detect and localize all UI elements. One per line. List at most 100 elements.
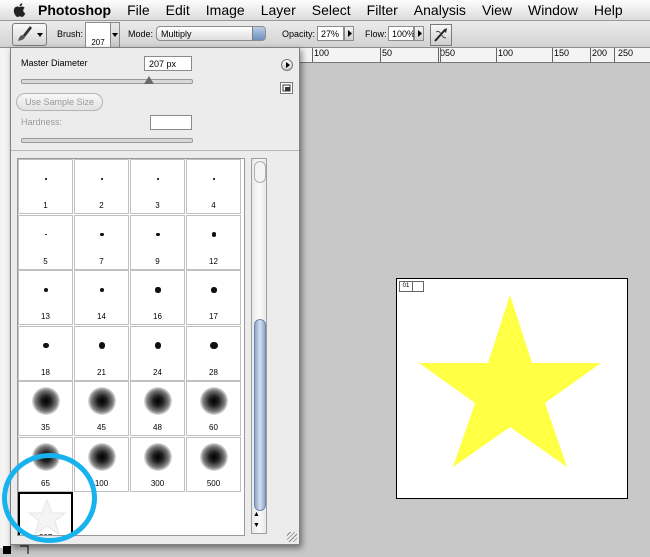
use-sample-size-button[interactable]: Use Sample Size bbox=[16, 93, 103, 111]
brush-tip-icon bbox=[88, 442, 116, 471]
new-preset-button[interactable] bbox=[280, 82, 293, 94]
brush-size-label: 12 bbox=[209, 256, 218, 266]
slice-number-badge: 01 bbox=[399, 281, 413, 292]
brush-tip-icon bbox=[213, 178, 215, 180]
flow-input[interactable]: 100% bbox=[388, 26, 416, 41]
brush-size-label: 14 bbox=[97, 312, 106, 321]
horizontal-ruler: 100 50 0 50 100 150 200 250 bbox=[300, 48, 650, 63]
brush-tip-icon bbox=[211, 287, 217, 293]
tool-preset-picker[interactable] bbox=[12, 23, 47, 46]
menu-select[interactable]: Select bbox=[312, 2, 351, 18]
brush-preset[interactable]: 17 bbox=[186, 270, 241, 325]
brush-preset[interactable]: 65 bbox=[18, 436, 73, 492]
flow-label: Flow: bbox=[365, 29, 387, 39]
brush-list-scrollbar[interactable]: ▲ ▼ bbox=[251, 158, 267, 534]
menu-edit[interactable]: Edit bbox=[166, 2, 190, 18]
mode-select[interactable]: Multiply bbox=[156, 26, 266, 41]
brush-preset[interactable]: 1 bbox=[18, 159, 73, 214]
mode-stepper-icon bbox=[252, 27, 265, 40]
brush-preset-selected[interactable]: 207 bbox=[18, 492, 73, 535]
brush-preset[interactable]: 2 bbox=[74, 159, 129, 214]
brush-size-label: 45 bbox=[97, 423, 106, 432]
brush-preset[interactable]: 4 bbox=[186, 159, 241, 214]
brush-preset[interactable]: 28 bbox=[186, 325, 241, 381]
brush-size-label: 500 bbox=[206, 478, 221, 488]
brush-preset[interactable]: 14 bbox=[74, 270, 129, 325]
panel-menu-button[interactable] bbox=[281, 59, 293, 71]
brush-tip-icon bbox=[98, 342, 106, 349]
menu-filter[interactable]: Filter bbox=[367, 2, 398, 18]
scroll-up-arrow-icon[interactable]: ▲ bbox=[253, 511, 260, 518]
brush-size-label: 300 bbox=[150, 478, 165, 488]
apple-icon[interactable] bbox=[12, 2, 28, 18]
chevron-right-icon bbox=[286, 62, 290, 68]
brush-preset[interactable]: 24 bbox=[130, 325, 185, 381]
chevron-down-icon bbox=[112, 33, 118, 37]
menu-help[interactable]: Help bbox=[594, 2, 623, 18]
ruler-label: 100 bbox=[498, 48, 514, 58]
brush-tip-icon bbox=[99, 287, 105, 293]
opacity-value: 27% bbox=[321, 29, 340, 39]
star-brush-icon bbox=[28, 498, 66, 535]
brush-preset[interactable]: 7 bbox=[74, 214, 129, 270]
brush-tip-icon bbox=[43, 342, 49, 349]
menu-photoshop[interactable]: Photoshop bbox=[38, 2, 111, 18]
default-colors-icon[interactable] bbox=[3, 546, 11, 554]
opacity-slider-toggle[interactable] bbox=[344, 26, 354, 41]
airbrush-toggle[interactable] bbox=[430, 24, 452, 46]
brush-size-label: 3 bbox=[155, 201, 160, 210]
brush-preset[interactable]: 500 bbox=[186, 436, 241, 492]
brush-size-label: 16 bbox=[153, 312, 162, 321]
ruler-label: 250 bbox=[618, 48, 634, 58]
document-canvas[interactable]: 01 bbox=[396, 278, 628, 499]
menu-layer[interactable]: Layer bbox=[261, 2, 296, 18]
brush-preset[interactable]: 9 bbox=[130, 214, 185, 270]
ruler-label: 50 bbox=[382, 48, 393, 58]
menu-view[interactable]: View bbox=[482, 2, 512, 18]
master-diameter-value: 207 px bbox=[149, 59, 177, 69]
flow-slider-toggle[interactable] bbox=[414, 26, 424, 41]
ruler-tick bbox=[552, 48, 553, 62]
panel-resize-grip-icon[interactable] bbox=[287, 532, 297, 542]
brush-size-label: 100 bbox=[94, 478, 109, 488]
brush-preset[interactable]: 16 bbox=[130, 270, 185, 325]
opacity-input[interactable]: 27% bbox=[317, 26, 344, 41]
brush-tip-icon bbox=[32, 387, 60, 415]
brush-preset[interactable]: 60 bbox=[186, 381, 241, 436]
brush-preset[interactable]: 12 bbox=[186, 214, 241, 270]
hardness-slider[interactable] bbox=[21, 138, 193, 143]
flow-value: 100% bbox=[392, 29, 416, 39]
brush-preset[interactable]: 300 bbox=[130, 436, 185, 492]
scroll-down-arrow-icon[interactable]: ▼ bbox=[253, 522, 260, 529]
menu-image[interactable]: Image bbox=[206, 2, 245, 18]
brush-tip-icon bbox=[43, 287, 49, 293]
brush-preset[interactable]: 35 bbox=[18, 381, 73, 436]
menu-window[interactable]: Window bbox=[528, 2, 578, 18]
brush-size-label: 60 bbox=[209, 423, 218, 432]
master-diameter-slider-thumb[interactable] bbox=[144, 76, 154, 84]
brush-preset[interactable]: 21 bbox=[74, 325, 129, 381]
scrollbar-thumb[interactable] bbox=[254, 319, 266, 511]
swap-colors-icon[interactable] bbox=[20, 545, 29, 554]
mode-value: Multiply bbox=[161, 29, 192, 39]
menu-file[interactable]: File bbox=[127, 2, 150, 18]
brush-preset[interactable]: 13 bbox=[18, 270, 73, 325]
brush-preset[interactable]: 45 bbox=[74, 381, 129, 436]
star-shape bbox=[419, 295, 601, 467]
brush-preset-picker[interactable]: 207 bbox=[85, 22, 111, 48]
brush-size-label: 65 bbox=[41, 478, 50, 488]
brush-preset[interactable]: 48 bbox=[130, 381, 185, 436]
brush-preset[interactable]: 3 bbox=[130, 159, 185, 214]
hardness-input[interactable] bbox=[150, 115, 192, 130]
menu-analysis[interactable]: Analysis bbox=[414, 2, 466, 18]
brush-preset[interactable]: 100 bbox=[74, 436, 129, 492]
brush-tip-icon bbox=[200, 387, 228, 415]
ruler-tick bbox=[440, 48, 441, 62]
brush-preset[interactable]: 18 bbox=[18, 325, 73, 381]
brush-preset[interactable]: 5 bbox=[18, 214, 73, 270]
master-diameter-input[interactable]: 207 px bbox=[144, 56, 192, 71]
master-diameter-slider[interactable] bbox=[21, 79, 193, 84]
brush-picker-dropdown[interactable] bbox=[110, 22, 120, 48]
brush-size-label: 48 bbox=[153, 423, 162, 432]
brush-size-label: 13 bbox=[41, 312, 50, 321]
